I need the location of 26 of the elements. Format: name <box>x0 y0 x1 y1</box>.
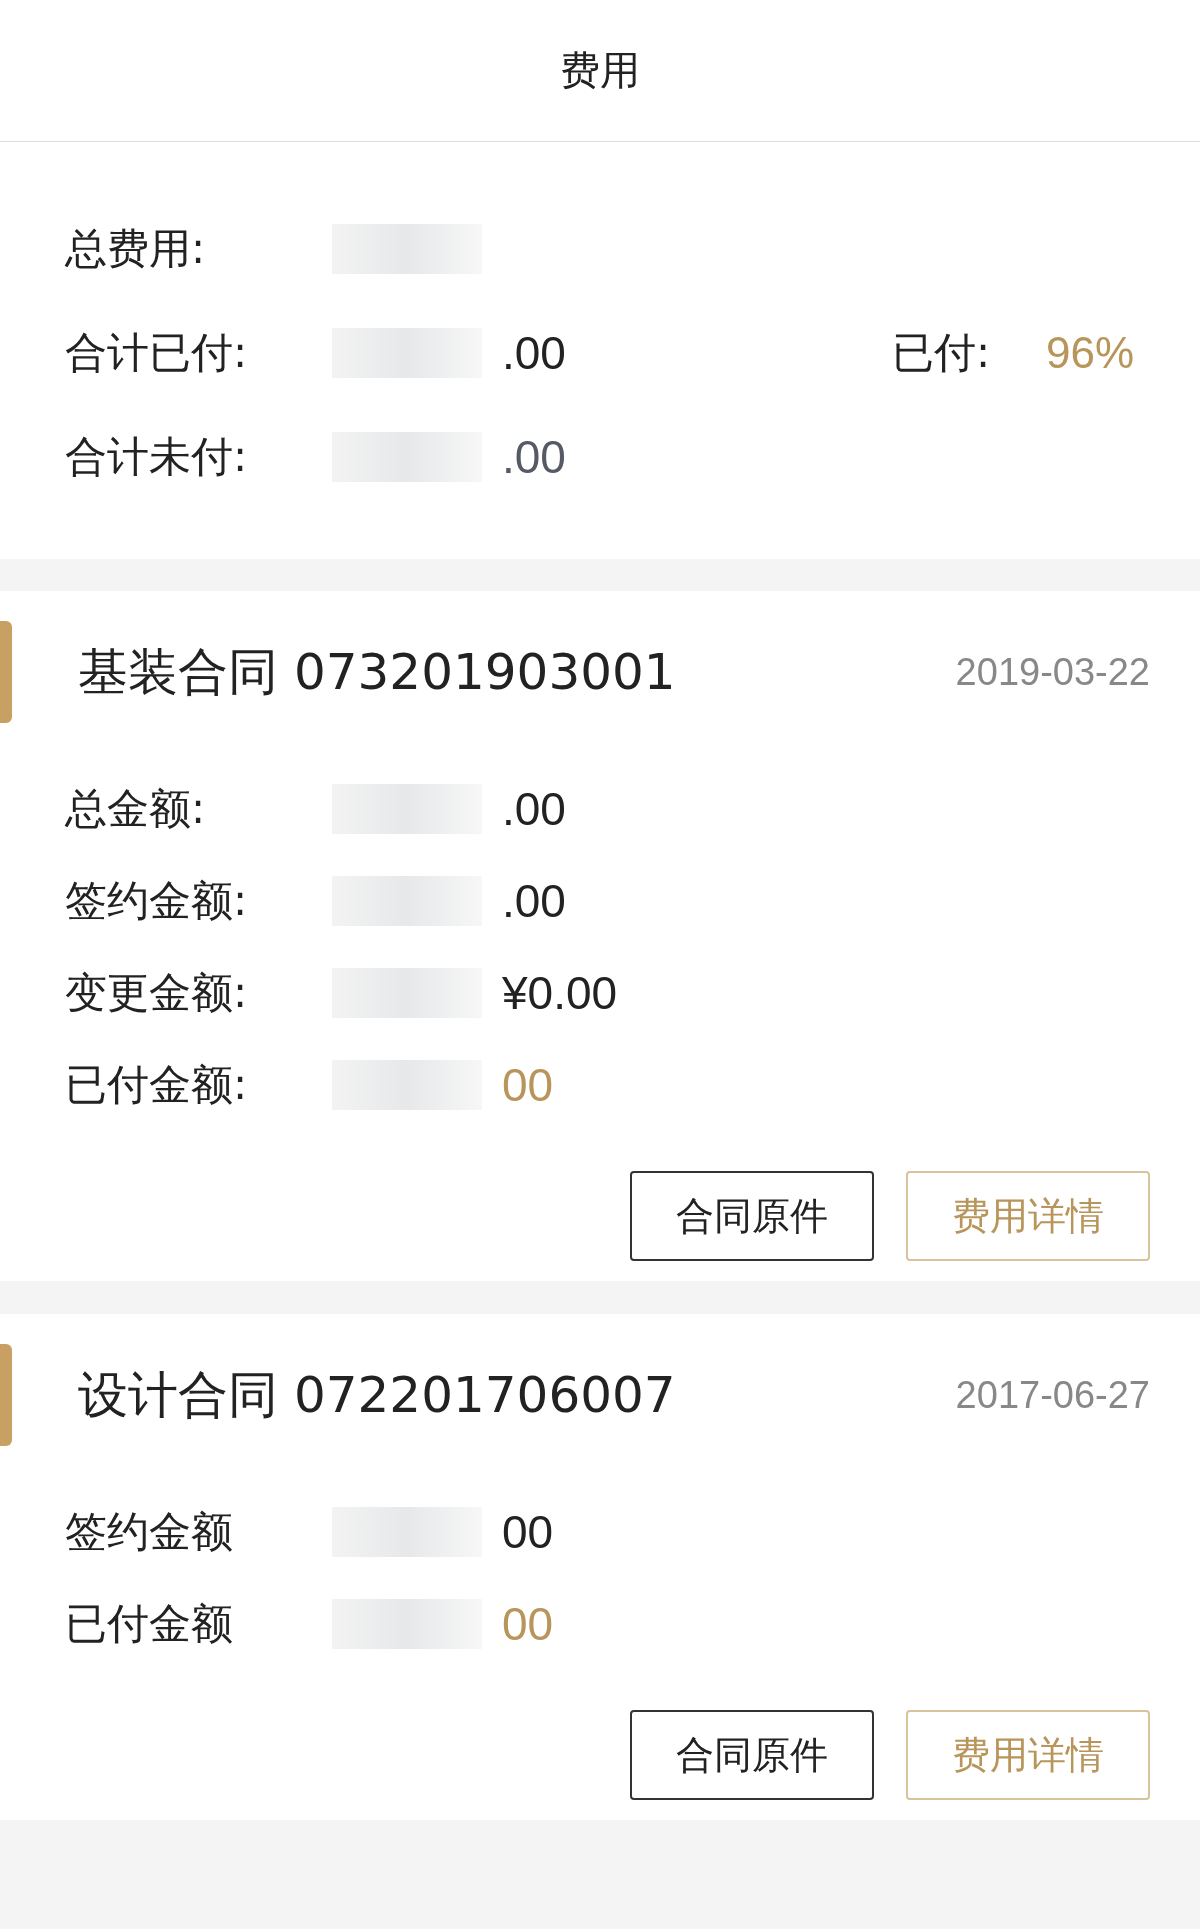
field-label: 总费用: <box>65 223 207 275</box>
field-value: .00 <box>502 874 566 928</box>
field-value: ¥0.00 <box>502 966 618 1020</box>
contract-date: 2019-03-22 <box>955 650 1150 694</box>
field-label: 签约金额: <box>65 875 249 927</box>
field-value: 00 <box>502 1058 554 1112</box>
field-label: 合计已付: <box>65 327 249 379</box>
contract-date: 2017-06-27 <box>955 1373 1150 1417</box>
paid-percent: 96% <box>1046 328 1135 378</box>
field-label: 已付金额 <box>65 1598 234 1650</box>
field-value: 00 <box>502 1505 554 1559</box>
field-value: .00 <box>502 430 566 484</box>
field-label: 已付金额: <box>65 1059 249 1111</box>
action-button[interactable]: 合同原件 <box>630 1171 874 1261</box>
field-label: 变更金额: <box>65 967 249 1019</box>
field-value: .00 <box>502 782 566 836</box>
page-title: 费用 <box>560 46 640 95</box>
field-value: 00 <box>502 1597 554 1651</box>
field-value: .00 <box>502 326 566 380</box>
field-label: 合计未付: <box>65 431 249 483</box>
action-button[interactable]: 合同原件 <box>630 1710 874 1800</box>
contract-title: 设计合同 072201706007 <box>78 1364 677 1426</box>
paid-label: 已付: <box>892 327 992 379</box>
field-label: 总金额: <box>65 783 207 835</box>
contract-title: 基装合同 073201903001 <box>78 641 677 703</box>
field-label: 签约金额 <box>65 1506 234 1558</box>
